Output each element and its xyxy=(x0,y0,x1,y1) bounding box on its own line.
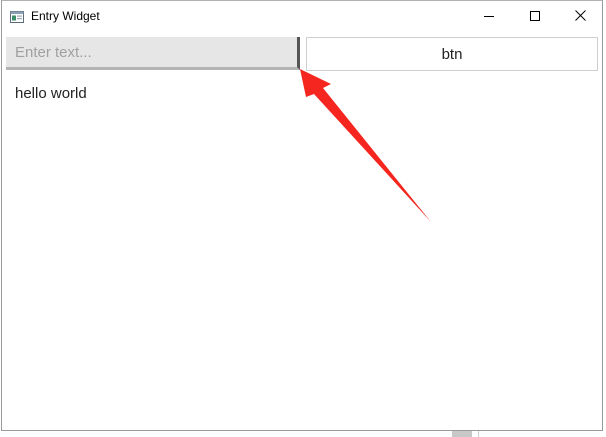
app-window-icon xyxy=(10,10,24,23)
close-button[interactable] xyxy=(557,1,603,32)
background-divider xyxy=(478,431,479,437)
window-title: Entry Widget xyxy=(31,9,100,23)
maximize-button[interactable] xyxy=(512,1,558,32)
text-entry-input[interactable] xyxy=(6,37,300,70)
btn-label: btn xyxy=(441,45,463,63)
minimize-button[interactable] xyxy=(466,1,512,32)
minimize-icon xyxy=(484,8,494,26)
title-bar[interactable]: Entry Widget xyxy=(2,1,602,32)
btn-button[interactable]: btn xyxy=(306,37,598,71)
window-content: btn hello world xyxy=(2,32,602,430)
output-label: hello world xyxy=(15,85,87,102)
background-window-fragment xyxy=(452,431,472,437)
app-window: Entry Widget btn hello world xyxy=(1,0,603,431)
close-icon xyxy=(574,8,586,26)
maximize-icon xyxy=(530,8,540,26)
